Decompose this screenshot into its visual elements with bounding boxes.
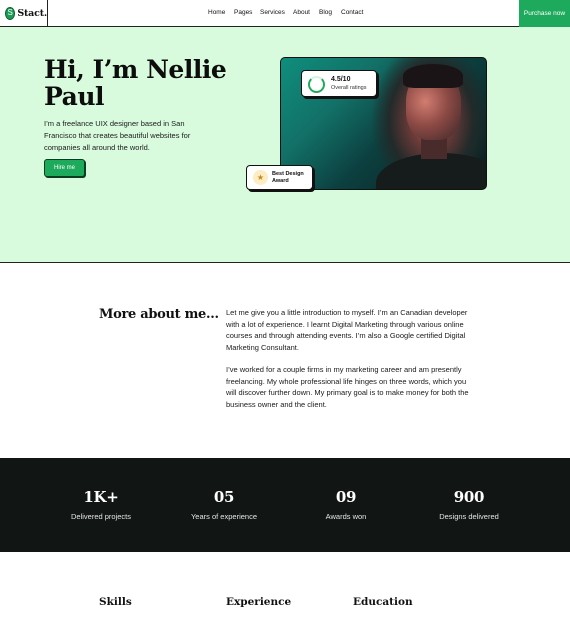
rating-card: 4.5/10 Overall ratings	[301, 70, 377, 97]
logo-text: Stact.	[17, 7, 47, 19]
stat-item: 09 Awards won	[281, 488, 411, 521]
purchase-button[interactable]: Purchase now	[519, 0, 570, 27]
stat-item: 900 Designs delivered	[404, 488, 534, 521]
logo[interactable]: S Stact.	[0, 0, 48, 26]
stat-label: Delivered projects	[70, 512, 132, 521]
rating-ring-icon	[308, 76, 325, 93]
nav-pages[interactable]: Pages	[234, 9, 252, 16]
experience-heading: Experience	[226, 596, 292, 608]
award-label: Best Design Award	[272, 171, 304, 184]
stat-label: Designs delivered	[439, 512, 499, 521]
stat-value: 09	[335, 488, 357, 506]
about-title: More about me...	[99, 307, 219, 322]
nav-about[interactable]: About	[293, 9, 310, 16]
rating-label: Overall ratings	[331, 85, 367, 91]
stat-value: 1K+	[83, 488, 119, 506]
hero-title: Hi, I’m Nellie Paul	[44, 55, 227, 111]
nav-blog[interactable]: Blog	[319, 9, 332, 16]
nav-contact[interactable]: Contact	[341, 9, 363, 16]
rating-value: 4.5/10	[331, 76, 351, 83]
education-heading: Education	[353, 596, 413, 608]
stat-label: Years of experience	[190, 512, 258, 521]
skills-heading: Skills	[99, 596, 132, 608]
site-header: S Stact. Home Pages Services About Blog …	[0, 0, 570, 27]
about-paragraph: I’ve worked for a couple firms in my mar…	[226, 365, 469, 409]
stat-value: 900	[453, 488, 485, 506]
about-paragraph: Let me give you a little introduction to…	[226, 308, 468, 352]
stat-item: 1K+ Delivered projects	[36, 488, 166, 521]
hero-description: I’m a freelance UIX designer based in Sa…	[44, 119, 191, 152]
hire-me-button[interactable]: Hire me	[44, 159, 85, 177]
nav-home[interactable]: Home	[208, 9, 225, 16]
logo-mark-icon: S	[5, 6, 16, 20]
trophy-icon: ★	[253, 170, 268, 185]
nav-services[interactable]: Services	[260, 9, 285, 16]
award-card: ★ Best Design Award	[246, 165, 313, 190]
stat-item: 05 Years of experience	[159, 488, 289, 521]
stats-section: 1K+ Delivered projects 05 Years of exper…	[0, 458, 570, 552]
stat-value: 05	[213, 488, 235, 506]
stat-label: Awards won	[325, 512, 367, 521]
